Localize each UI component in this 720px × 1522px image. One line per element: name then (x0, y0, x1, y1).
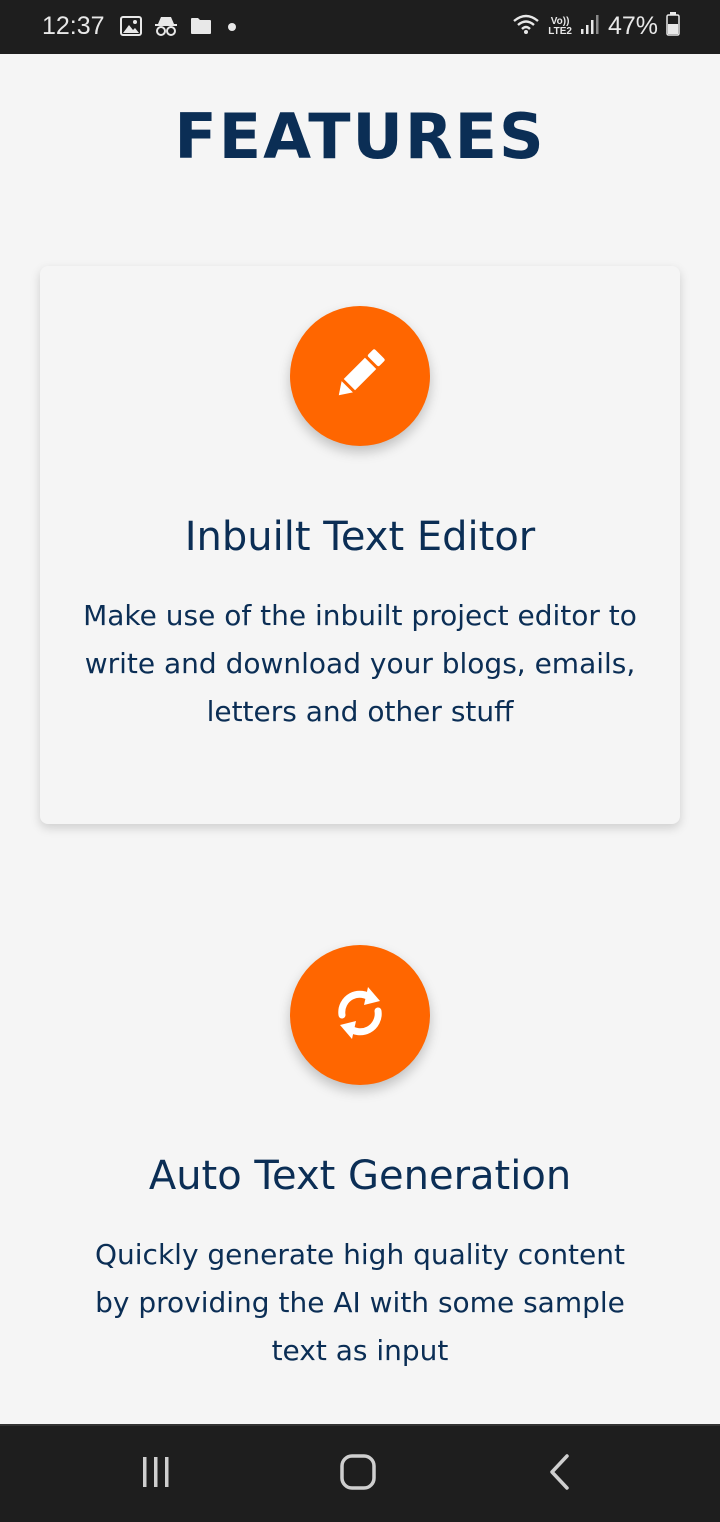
back-icon (545, 1453, 575, 1495)
battery-level: 47% (607, 12, 658, 40)
sync-icon (328, 981, 392, 1049)
feature-description: Quickly generate high quality content by… (94, 1238, 625, 1367)
status-icons-right: Vo)) LTE2 47% (512, 12, 680, 41)
pencil-icon (328, 342, 392, 410)
feature-icon-circle (290, 945, 430, 1085)
incognito-icon (154, 15, 178, 42)
network-lte-label: LTE2 (548, 25, 572, 37)
back-button[interactable] (538, 1452, 582, 1496)
home-icon (339, 1453, 377, 1495)
feature-card-auto-text[interactable]: Auto Text Generation Quickly generate hi… (40, 905, 680, 1385)
dot-icon (224, 19, 240, 37)
feature-title: Inbuilt Text Editor (184, 514, 536, 560)
feature-description: Make use of the inbuilt project editor t… (83, 599, 637, 728)
recents-icon (138, 1455, 174, 1493)
home-button[interactable] (336, 1452, 380, 1496)
battery-icon (666, 12, 680, 41)
network-type: Vo)) LTE2 (548, 16, 572, 37)
feature-card-text-editor[interactable]: Inbuilt Text Editor Make use of the inbu… (40, 266, 680, 824)
status-time: 12:37 (42, 12, 105, 40)
feature-title: Auto Text Generation (148, 1153, 572, 1199)
status-icons-left (120, 15, 240, 41)
signal-icon (580, 13, 600, 40)
system-nav-bar (0, 1424, 720, 1522)
status-bar: 12:37 Vo)) LTE2 47% (0, 0, 720, 54)
feature-icon-circle (290, 306, 430, 446)
page-title: FEATURES (174, 100, 546, 173)
image-icon (120, 15, 142, 41)
recents-button[interactable] (134, 1452, 178, 1496)
wifi-icon (512, 13, 540, 40)
folder-icon (190, 17, 212, 40)
